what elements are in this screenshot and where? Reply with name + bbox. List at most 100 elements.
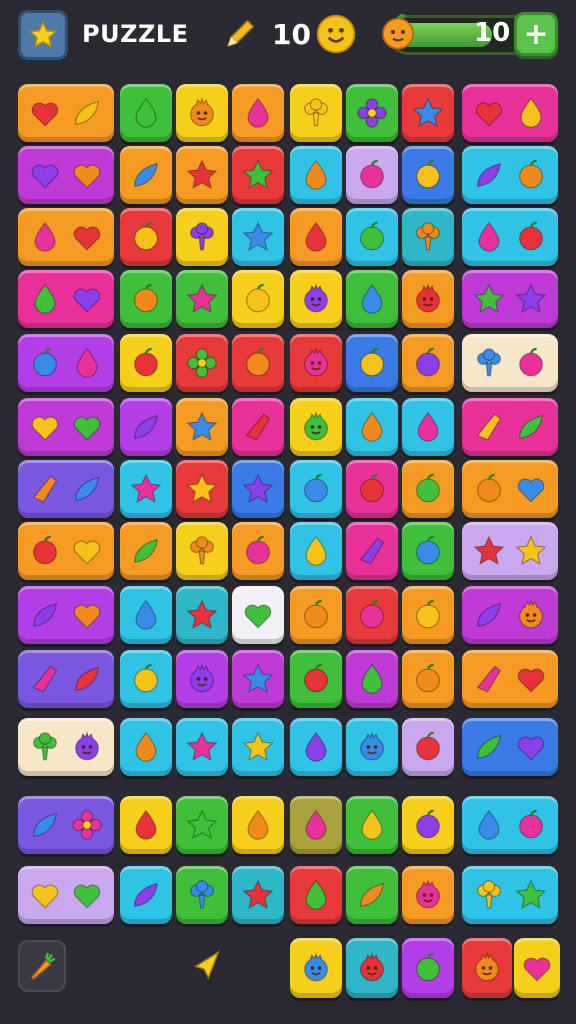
tile-r10-c1[interactable] (18, 650, 114, 708)
tile-r14-c5[interactable] (290, 938, 342, 998)
tile-r11-c8[interactable] (462, 718, 558, 776)
tile-r7-c2[interactable] (120, 460, 172, 518)
tile-r4-c2[interactable] (120, 270, 172, 328)
tile-r2-c4[interactable] (232, 146, 284, 204)
tile-r6-c3[interactable] (176, 398, 228, 456)
tile-r3-c3[interactable] (176, 208, 228, 266)
tile-r8-c7[interactable] (402, 522, 454, 580)
tile-r10-c5[interactable] (290, 650, 342, 708)
tile-r9-c6[interactable] (346, 586, 398, 644)
tile-r12-c4[interactable] (232, 796, 284, 854)
tile-r7-c3[interactable] (176, 460, 228, 518)
tile-r4-c4[interactable] (232, 270, 284, 328)
tile-r2-c2[interactable] (120, 146, 172, 204)
tile-r6-c1[interactable] (18, 398, 114, 456)
tile-r9-c8[interactable] (462, 586, 558, 644)
tile-r4-c7[interactable] (402, 270, 454, 328)
tile-r9-c2[interactable] (120, 586, 172, 644)
tile-r2-c3[interactable] (176, 146, 228, 204)
tile-r12-c5[interactable] (290, 796, 342, 854)
tile-r8-c8[interactable] (462, 522, 558, 580)
tile-r9-c7[interactable] (402, 586, 454, 644)
tile-r8-c5[interactable] (290, 522, 342, 580)
tile-r12-c3[interactable] (176, 796, 228, 854)
tile-r5-c2[interactable] (120, 334, 172, 392)
tile-r1-c3[interactable] (176, 84, 228, 142)
tile-r14-c9[interactable] (514, 938, 560, 998)
tile-r5-c1[interactable] (18, 334, 114, 392)
tile-r2-c5[interactable] (290, 146, 342, 204)
tile-r12-c8[interactable] (462, 796, 558, 854)
tile-r6-c2[interactable] (120, 398, 172, 456)
tile-r5-c6[interactable] (346, 334, 398, 392)
tile-r10-c2[interactable] (120, 650, 172, 708)
tile-r1-c6[interactable] (346, 84, 398, 142)
tile-r3-c2[interactable] (120, 208, 172, 266)
tile-r13-c4[interactable] (232, 866, 284, 924)
tile-r10-c8[interactable] (462, 650, 558, 708)
tile-r7-c6[interactable] (346, 460, 398, 518)
tile-r2-c6[interactable] (346, 146, 398, 204)
tile-r13-c1[interactable] (18, 866, 114, 924)
tile-r9-c4[interactable] (232, 586, 284, 644)
tile-r4-c3[interactable] (176, 270, 228, 328)
tile-r3-c5[interactable] (290, 208, 342, 266)
tile-r13-c7[interactable] (402, 866, 454, 924)
tile-r13-c6[interactable] (346, 866, 398, 924)
tile-r11-c1[interactable] (18, 718, 114, 776)
tile-r3-c8[interactable] (462, 208, 558, 266)
tile-r12-c7[interactable] (402, 796, 454, 854)
tile-r11-c4[interactable] (232, 718, 284, 776)
tile-r12-c6[interactable] (346, 796, 398, 854)
tile-r14-c7[interactable] (402, 938, 454, 998)
tile-r6-c5[interactable] (290, 398, 342, 456)
tile-r11-c6[interactable] (346, 718, 398, 776)
tile-r13-c5[interactable] (290, 866, 342, 924)
tile-r10-c6[interactable] (346, 650, 398, 708)
tile-r5-c7[interactable] (402, 334, 454, 392)
tile-r1-c7[interactable] (402, 84, 454, 142)
tile-r5-c8[interactable] (462, 334, 558, 392)
tile-r8-c2[interactable] (120, 522, 172, 580)
tile-r4-c5[interactable] (290, 270, 342, 328)
tile-r11-c3[interactable] (176, 718, 228, 776)
tile-r8-c6[interactable] (346, 522, 398, 580)
tile-r13-c2[interactable] (120, 866, 172, 924)
tool-slot[interactable] (18, 940, 66, 992)
tile-r9-c1[interactable] (18, 586, 114, 644)
tile-r9-c3[interactable] (176, 586, 228, 644)
tile-r10-c3[interactable] (176, 650, 228, 708)
tile-r4-c1[interactable] (18, 270, 114, 328)
tile-r14-c6[interactable] (346, 938, 398, 998)
tile-r8-c3[interactable] (176, 522, 228, 580)
tile-r11-c2[interactable] (120, 718, 172, 776)
tile-r6-c6[interactable] (346, 398, 398, 456)
tile-r2-c8[interactable] (462, 146, 558, 204)
tile-r11-c5[interactable] (290, 718, 342, 776)
tile-r2-c1[interactable] (18, 146, 114, 204)
tile-r7-c8[interactable] (462, 460, 558, 518)
tile-r1-c2[interactable] (120, 84, 172, 142)
tile-r5-c4[interactable] (232, 334, 284, 392)
tile-r10-c4[interactable] (232, 650, 284, 708)
tile-r13-c8[interactable] (462, 866, 558, 924)
tile-r4-c8[interactable] (462, 270, 558, 328)
tile-r3-c4[interactable] (232, 208, 284, 266)
tile-r8-c1[interactable] (18, 522, 114, 580)
tile-r9-c5[interactable] (290, 586, 342, 644)
tile-r3-c7[interactable] (402, 208, 454, 266)
tile-r4-c6[interactable] (346, 270, 398, 328)
tile-r1-c5[interactable] (290, 84, 342, 142)
tile-r6-c7[interactable] (402, 398, 454, 456)
tile-r14-c8[interactable] (462, 938, 512, 998)
tile-r5-c3[interactable] (176, 334, 228, 392)
tile-r6-c4[interactable] (232, 398, 284, 456)
tile-r12-c1[interactable] (18, 796, 114, 854)
tile-r12-c2[interactable] (120, 796, 172, 854)
tile-r3-c1[interactable] (18, 208, 114, 266)
tile-r10-c7[interactable] (402, 650, 454, 708)
tile-r7-c1[interactable] (18, 460, 114, 518)
tile-r8-c4[interactable] (232, 522, 284, 580)
tile-r1-c8[interactable] (462, 84, 558, 142)
tile-r3-c6[interactable] (346, 208, 398, 266)
